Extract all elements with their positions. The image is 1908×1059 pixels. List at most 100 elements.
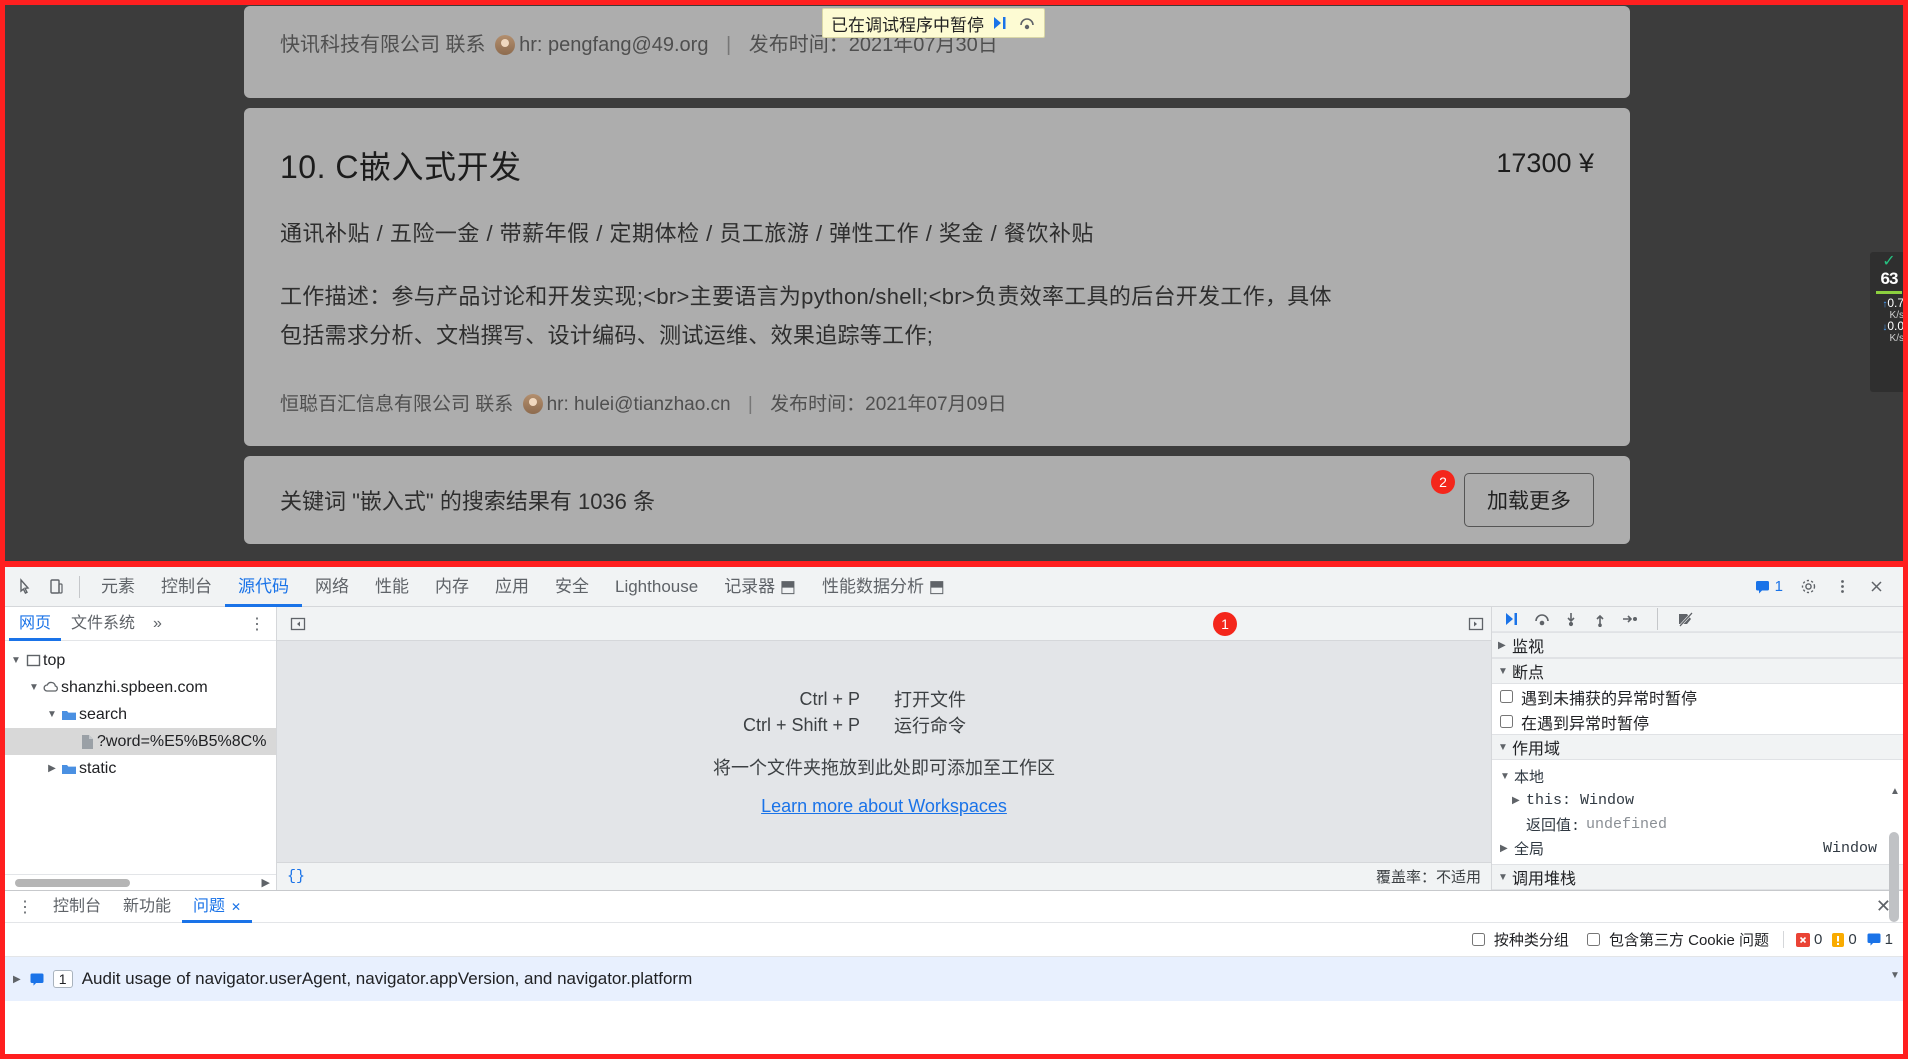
devtools-tab-元素[interactable]: 元素 bbox=[88, 567, 148, 607]
deactivate-breakpoints-icon[interactable] bbox=[1676, 611, 1696, 627]
error-count[interactable]: 0 bbox=[1795, 931, 1822, 948]
step-out-icon[interactable] bbox=[1591, 611, 1610, 627]
devtools-tab-性能[interactable]: 性能 bbox=[362, 567, 422, 607]
chevron-down-icon: ▼ bbox=[1498, 871, 1508, 883]
drawer-tab-label: 控制台 bbox=[53, 897, 102, 915]
pretty-print-button[interactable]: {} bbox=[287, 868, 305, 885]
resume-script-icon[interactable] bbox=[992, 15, 1010, 31]
breakpoint-option-2[interactable]: 在遇到异常时暂停 bbox=[1492, 709, 1903, 734]
navigator-tab-网页[interactable]: 网页 bbox=[9, 607, 61, 641]
device-toolbar-icon[interactable] bbox=[41, 573, 71, 601]
devtools-tab-Lighthouse[interactable]: Lighthouse bbox=[602, 567, 711, 607]
chevron-down-icon[interactable]: ▼ bbox=[27, 682, 41, 693]
scope-global[interactable]: ▶ 全局 Window bbox=[1492, 836, 1903, 860]
more-options-icon[interactable] bbox=[1827, 573, 1857, 601]
download-row: ↓0.0 K/s bbox=[1872, 319, 1906, 344]
scrollbar-thumb[interactable] bbox=[15, 879, 130, 887]
tree-item-shanzhi.spbeen.com[interactable]: ▼ shanzhi.spbeen.com bbox=[5, 674, 276, 701]
shortcut-action: 打开文件 bbox=[894, 690, 966, 710]
job-company: 恒聪百汇信息有限公司 联系 bbox=[280, 394, 514, 415]
debugger-pause-banner: 已在调试程序中暂停 bbox=[822, 8, 1045, 38]
tree-item-static[interactable]: ▶ static bbox=[5, 755, 276, 782]
navigator-tab-文件系统[interactable]: 文件系统 bbox=[61, 607, 145, 641]
download-value: 0.0 bbox=[1887, 319, 1904, 333]
drawer-kebab-icon[interactable]: ⋮ bbox=[9, 897, 42, 917]
chevron-down-icon[interactable]: ▼ bbox=[45, 709, 59, 720]
group-by-kind-input[interactable] bbox=[1471, 933, 1485, 946]
load-more-button[interactable]: 加载更多 bbox=[1464, 473, 1594, 527]
scroll-right-arrow-icon[interactable]: ▶ bbox=[262, 876, 270, 889]
editor-shortcut-1: Ctrl + P 打开文件 bbox=[704, 686, 1064, 712]
navigator-kebab-icon[interactable]: ⋮ bbox=[239, 614, 276, 634]
scroll-up-arrow-icon[interactable]: ▲ bbox=[1890, 786, 1900, 797]
search-result-footer: 关键词 "嵌入式" 的搜索结果有 1036 条 2 加载更多 bbox=[244, 456, 1630, 544]
group-by-kind-checkbox[interactable]: 按种类分组 bbox=[1468, 929, 1569, 950]
settings-gear-icon[interactable] bbox=[1793, 573, 1823, 601]
devtools-tab-应用[interactable]: 应用 bbox=[482, 567, 542, 607]
devtools-tab-记录器 ⬒[interactable]: 记录器 ⬒ bbox=[711, 567, 809, 607]
inspect-element-icon[interactable] bbox=[11, 573, 41, 601]
warning-count[interactable]: 0 bbox=[1832, 931, 1857, 948]
step-into-icon[interactable] bbox=[1562, 611, 1581, 627]
debugger-section-watch[interactable]: ▶ 监视 bbox=[1492, 632, 1903, 658]
partial-hr: hr: pengfang@49.org bbox=[519, 34, 709, 56]
scroll-down-arrow-icon[interactable]: ▼ bbox=[1890, 970, 1900, 981]
document-icon bbox=[77, 734, 97, 750]
frame-icon bbox=[23, 653, 43, 668]
breakpoint-option-1[interactable]: 遇到未捕获的异常时暂停 bbox=[1492, 684, 1903, 709]
navigator-horizontal-scrollbar[interactable]: ▶ bbox=[5, 874, 276, 890]
drawer-tab-新功能[interactable]: 新功能 bbox=[112, 891, 182, 923]
resume-icon[interactable] bbox=[1504, 611, 1523, 627]
drawer-tab-控制台[interactable]: 控制台 bbox=[42, 891, 112, 923]
partial-company: 快讯科技有限公司 联系 bbox=[280, 34, 486, 56]
include-cookies-label: 包含第三方 Cookie 问题 bbox=[1608, 932, 1769, 949]
breakpoint-option-checkbox[interactable] bbox=[1500, 690, 1513, 703]
step-icon[interactable] bbox=[1620, 611, 1639, 627]
message-count: 1 bbox=[1774, 578, 1783, 595]
scope-this[interactable]: ▶ this: Window bbox=[1492, 788, 1903, 812]
breakpoint-option-label: 遇到未捕获的异常时暂停 bbox=[1521, 690, 1698, 708]
debugger-section-scope[interactable]: ▼ 作用域 bbox=[1492, 734, 1903, 760]
job-title[interactable]: 10. C嵌入式开发 bbox=[280, 142, 522, 188]
devtools-tab-安全[interactable]: 安全 bbox=[542, 567, 602, 607]
scope-local[interactable]: ▼ 本地 bbox=[1492, 764, 1903, 788]
file-tree: ▼ top ▼ shanzhi.spbeen.com ▼ search ?word=%E5%… bbox=[5, 641, 276, 874]
workspaces-learn-more-link[interactable]: Learn more about Workspaces bbox=[761, 796, 1007, 817]
close-devtools-icon[interactable] bbox=[1861, 573, 1891, 601]
debugger-section-callstack[interactable]: ▼ 调用堆栈 bbox=[1492, 864, 1903, 890]
issue-counts: 0 0 1 bbox=[1782, 931, 1893, 948]
tree-item-search[interactable]: ▼ search bbox=[5, 701, 276, 728]
sources-editor: 1 Ctrl + P 打开文件 Ctrl + Shift + P 运行命令 将一个文件… bbox=[277, 607, 1491, 890]
navigator-more-tabs-icon[interactable]: » bbox=[145, 615, 170, 633]
hr-avatar-icon bbox=[522, 394, 543, 414]
chevron-down-icon: ▼ bbox=[1498, 741, 1508, 753]
chevron-right-icon[interactable]: ▶ bbox=[45, 763, 59, 774]
include-cookies-input[interactable] bbox=[1586, 933, 1600, 946]
message-count-button[interactable]: 1 bbox=[1749, 576, 1789, 597]
breakpoint-option-checkbox[interactable] bbox=[1500, 715, 1513, 728]
tree-item-?word=%E5%B5%8C%[interactable]: ?word=%E5%B5%8C% bbox=[5, 728, 276, 755]
chevron-right-icon[interactable]: ▶ bbox=[13, 974, 21, 985]
show-navigator-icon[interactable] bbox=[283, 610, 313, 638]
devtools-tab-内存[interactable]: 内存 bbox=[422, 567, 482, 607]
show-debugger-icon[interactable] bbox=[1461, 610, 1491, 638]
chevron-down-icon[interactable]: ▼ bbox=[9, 655, 23, 666]
devtools-tab-性能数据分析 ⬒[interactable]: 性能数据分析 ⬒ bbox=[809, 567, 958, 607]
drawer-tab-close-icon[interactable]: ✕ bbox=[231, 891, 241, 923]
job-card[interactable]: 10. C嵌入式开发 17300 ¥ 通讯补贴 / 五险一金 / 带薪年假 / … bbox=[244, 108, 1630, 446]
debugger-section-breakpoints[interactable]: ▼ 断点 bbox=[1492, 658, 1903, 684]
coverage-label: 覆盖率：不适用 bbox=[1375, 869, 1481, 886]
devtools-tab-控制台[interactable]: 控制台 bbox=[148, 567, 225, 607]
include-cookies-checkbox[interactable]: 包含第三方 Cookie 问题 bbox=[1583, 929, 1769, 950]
drawer-tab-问题[interactable]: 问题 ✕ bbox=[182, 891, 252, 923]
debugger-scrollbar[interactable]: ▲ ▼ bbox=[1889, 786, 1901, 1018]
step-over-icon[interactable] bbox=[1018, 15, 1036, 31]
step-over-icon[interactable] bbox=[1533, 611, 1552, 627]
issue-row[interactable]: ▶ 1 Audit usage of navigator.userAgent, … bbox=[5, 957, 1903, 1001]
scrollbar-thumb[interactable] bbox=[1889, 832, 1899, 922]
devtools-tab-网络[interactable]: 网络 bbox=[302, 567, 362, 607]
scope-this-label: this: Window bbox=[1526, 791, 1635, 809]
devtools-tab-源代码[interactable]: 源代码 bbox=[225, 567, 302, 607]
tree-item-top[interactable]: ▼ top bbox=[5, 647, 276, 674]
network-speed-widget: ✓ 63 ↑0.7 K/s ↓0.0 K/s bbox=[1870, 252, 1908, 392]
